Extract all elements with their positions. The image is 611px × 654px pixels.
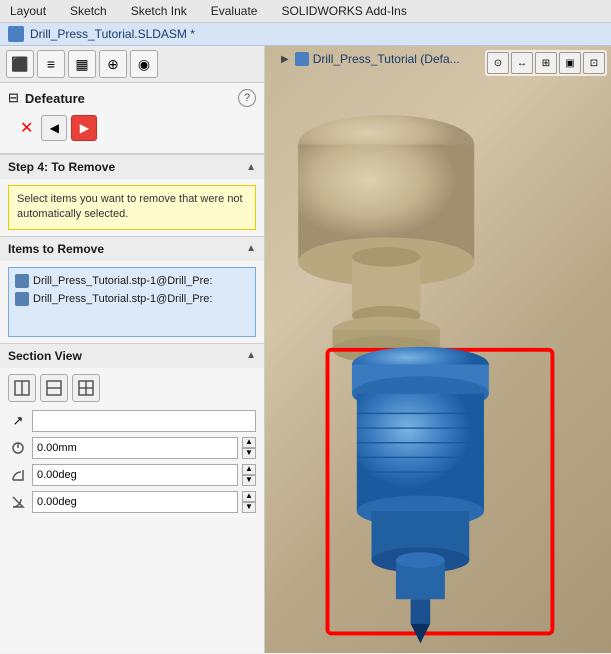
items-section: Items to Remove ▲ Drill_Press_Tutorial.s… (0, 236, 264, 343)
mm-input[interactable]: 0.00mm (32, 437, 238, 459)
tree-label: Drill_Press_Tutorial (Defa... (313, 52, 460, 66)
assembly-icon (8, 26, 24, 42)
step4-chevron-icon: ▲ (246, 162, 256, 173)
back-button[interactable]: ◀ (41, 115, 67, 141)
deg2-up-button[interactable]: ▲ (242, 491, 256, 502)
toolbar: ⬛ ≡ ▦ ⊕ ◉ (0, 46, 264, 83)
menu-addins[interactable]: SOLIDWORKS Add-Ins (275, 2, 412, 20)
list-view-button[interactable]: ≡ (37, 50, 65, 78)
feature-header: ⊟ Defeature ? (8, 89, 256, 107)
dimension-icon (8, 438, 28, 458)
sv-button-1[interactable] (8, 374, 36, 402)
tree-item: ▶ Drill_Press_Tutorial (Defa... (281, 52, 460, 66)
mm-up-button[interactable]: ▲ (242, 437, 256, 448)
deg2-input[interactable]: 0.00deg (32, 491, 238, 513)
arrow-field-row: ↗ (8, 410, 256, 432)
deg1-spinner[interactable]: ▲ ▼ (242, 464, 256, 486)
menubar: Layout Sketch Sketch Ink Evaluate SOLIDW… (0, 0, 611, 23)
view-btn-5[interactable]: ⊡ (583, 52, 605, 74)
nav-buttons: ✕ ◀ ▶ (8, 113, 256, 147)
3d-model-svg (265, 76, 611, 653)
view-btn-4[interactable]: ▣ (559, 52, 581, 74)
menu-evaluate[interactable]: Evaluate (205, 2, 264, 20)
deg2-field-row: 0.00deg ▲ ▼ (8, 491, 256, 513)
help-button[interactable]: ? (238, 89, 256, 107)
step4-section: Step 4: To Remove ▲ Select items you wan… (0, 154, 264, 236)
part-icon-2 (15, 292, 29, 306)
sv-button-2[interactable] (40, 374, 68, 402)
view-toolbar: ⊙ ↔ ⊞ ▣ ⊡ (485, 50, 607, 76)
view-btn-3[interactable]: ⊞ (535, 52, 557, 74)
section-view-content: ↗ 0.00mm ▲ ▼ (0, 368, 264, 524)
feature-title: Defeature (25, 91, 232, 106)
angle2-icon (8, 492, 28, 512)
item-1-label: Drill_Press_Tutorial.stp-1@Drill_Pre: (33, 275, 212, 287)
forward-button[interactable]: ▶ (71, 115, 97, 141)
deg1-down-button[interactable]: ▼ (242, 475, 256, 486)
feature-panel: ⊟ Defeature ? ✕ ◀ ▶ (0, 83, 264, 154)
deg2-spinner[interactable]: ▲ ▼ (242, 491, 256, 513)
mm-spinner[interactable]: ▲ ▼ (242, 437, 256, 459)
mm-field-row: 0.00mm ▲ ▼ (8, 437, 256, 459)
items-header[interactable]: Items to Remove ▲ (0, 237, 264, 261)
view-btn-2[interactable]: ↔ (511, 52, 533, 74)
expand-icon: ▶ (281, 54, 289, 65)
deg2-down-button[interactable]: ▼ (242, 502, 256, 513)
step4-info: Select items you want to remove that wer… (8, 185, 256, 230)
deg1-field-row: 0.00deg ▲ ▼ (8, 464, 256, 486)
deg1-input[interactable]: 0.00deg (32, 464, 238, 486)
section-view: Section View ▲ (0, 343, 264, 524)
item-2-label: Drill_Press_Tutorial.stp-1@Drill_Pre: (33, 293, 212, 305)
list-item: Drill_Press_Tutorial.stp-1@Drill_Pre: (13, 272, 251, 290)
section-view-header[interactable]: Section View ▲ (0, 344, 264, 368)
step4-header[interactable]: Step 4: To Remove ▲ (0, 155, 264, 179)
part-icon-1 (15, 274, 29, 288)
target-button[interactable]: ⊕ (99, 50, 127, 78)
deg1-up-button[interactable]: ▲ (242, 464, 256, 475)
feature-tree-button[interactable]: ▦ (68, 50, 96, 78)
sv-buttons (8, 374, 256, 402)
angle1-icon (8, 465, 28, 485)
items-title: Items to Remove (8, 242, 104, 256)
step4-title: Step 4: To Remove (8, 160, 115, 174)
menu-sketch-ink[interactable]: Sketch Ink (125, 2, 193, 20)
sv-button-3[interactable] (72, 374, 100, 402)
menu-layout[interactable]: Layout (4, 2, 52, 20)
close-button[interactable]: ✕ (16, 116, 37, 140)
arrow-icon: ↗ (8, 411, 28, 431)
main-container: Drill_Press_Tutorial.SLDASM * ⬛ ≡ ▦ ⊕ ◉ … (0, 23, 611, 653)
cube-view-button[interactable]: ⬛ (6, 50, 34, 78)
list-item: Drill_Press_Tutorial.stp-1@Drill_Pre: (13, 290, 251, 308)
items-chevron-icon: ▲ (246, 243, 256, 254)
content-area: ⬛ ≡ ▦ ⊕ ◉ ⊟ Defeature ? ✕ ◀ ▶ (0, 46, 611, 653)
menu-sketch[interactable]: Sketch (64, 2, 113, 20)
filename-label: Drill_Press_Tutorial.SLDASM * (30, 27, 195, 41)
tree-icon (295, 52, 309, 66)
section-view-title: Section View (8, 349, 82, 363)
view-btn-1[interactable]: ⊙ (487, 52, 509, 74)
items-list[interactable]: Drill_Press_Tutorial.stp-1@Drill_Pre: Dr… (8, 267, 256, 337)
right-panel: ⊙ ↔ ⊞ ▣ ⊡ ▶ Drill_Press_Tutorial (Defa..… (265, 46, 611, 653)
section-view-chevron-icon: ▲ (246, 350, 256, 361)
left-panel: ⬛ ≡ ▦ ⊕ ◉ ⊟ Defeature ? ✕ ◀ ▶ (0, 46, 265, 653)
render-button[interactable]: ◉ (130, 50, 158, 78)
mm-down-button[interactable]: ▼ (242, 448, 256, 459)
title-bar: Drill_Press_Tutorial.SLDASM * (0, 23, 611, 46)
arrow-input[interactable] (32, 410, 256, 432)
